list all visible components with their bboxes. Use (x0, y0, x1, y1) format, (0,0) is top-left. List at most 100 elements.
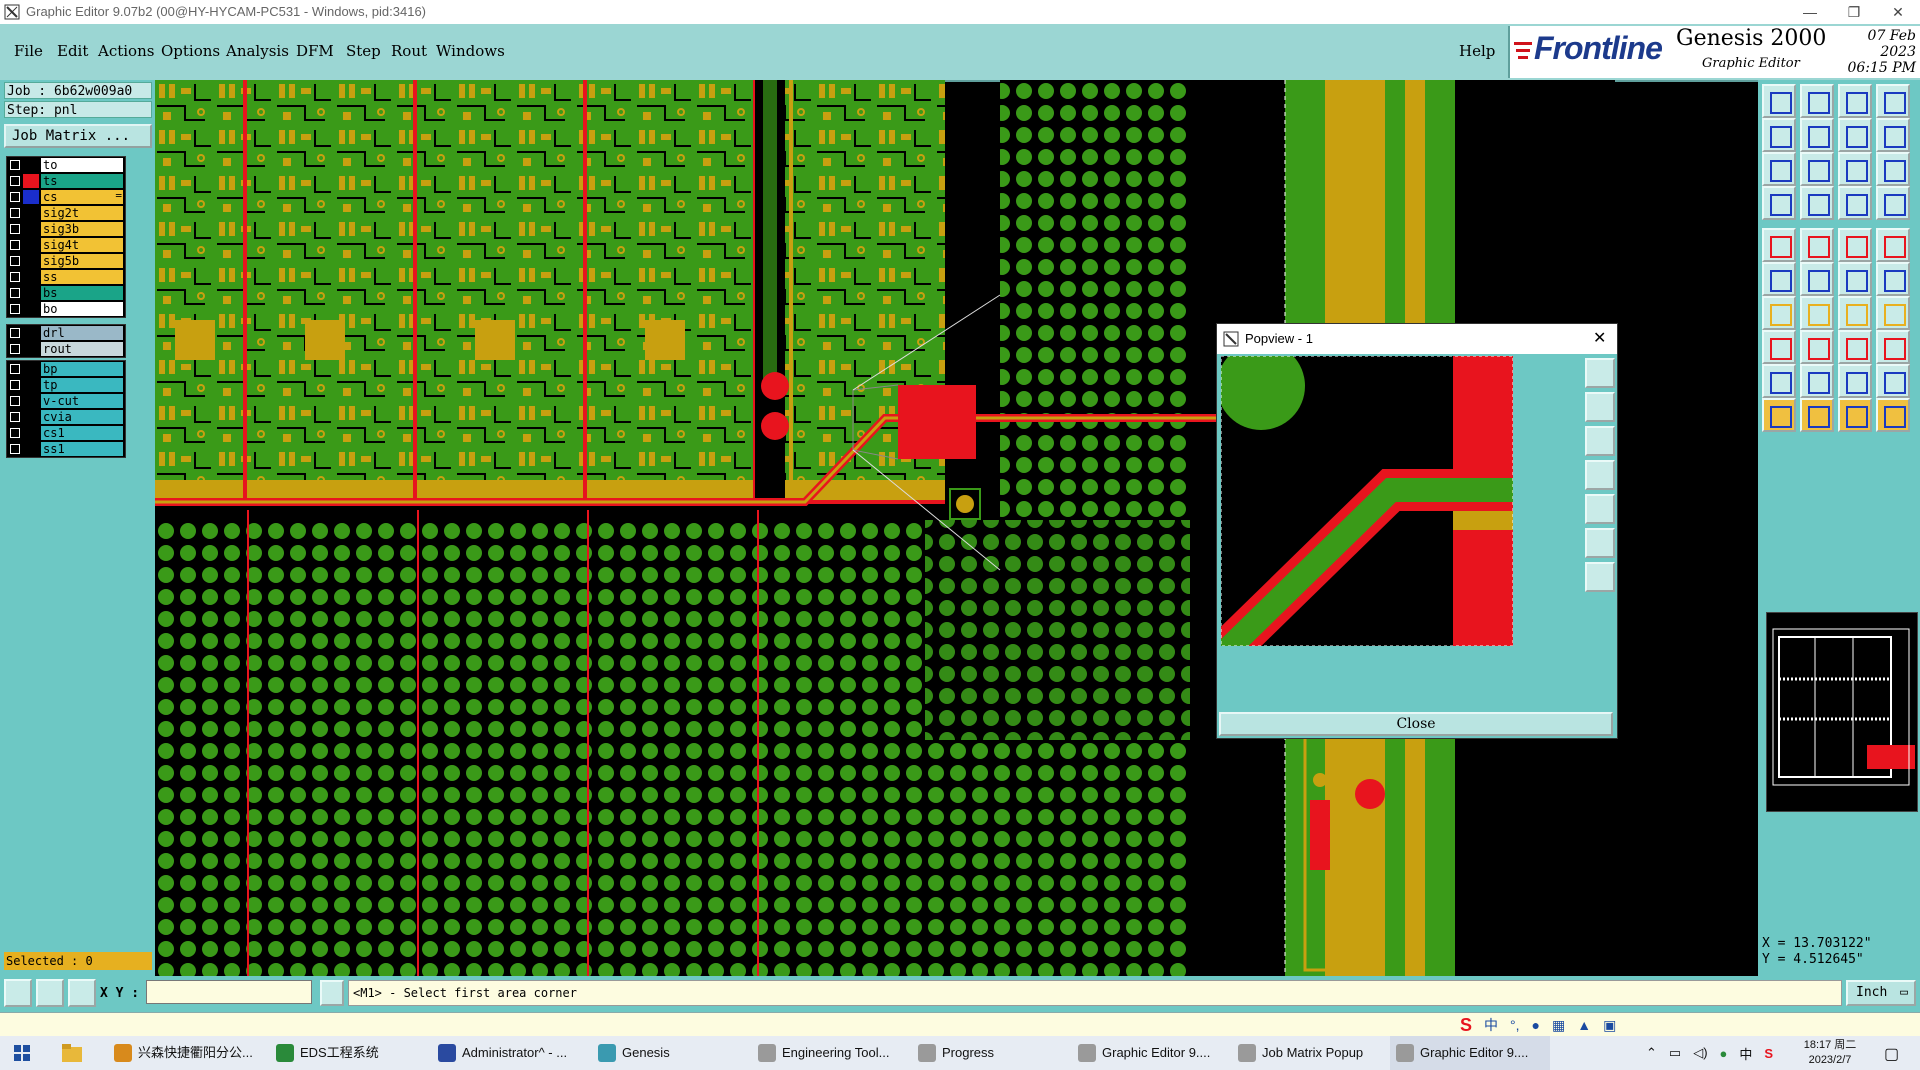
layer-checkbox[interactable] (10, 224, 20, 234)
taskbar-item[interactable]: Administrator^ - ... (432, 1036, 592, 1070)
mic-icon[interactable]: ● (1532, 1017, 1540, 1033)
tool-button-35[interactable] (1838, 364, 1872, 398)
layer-row[interactable]: sig2t (7, 205, 125, 221)
overview-map[interactable] (1766, 612, 1918, 812)
taskbar-item[interactable]: Job Matrix Popup (1232, 1036, 1392, 1070)
layer-color-swatch[interactable] (23, 362, 39, 376)
tool-button-4[interactable] (1876, 84, 1910, 118)
layer-checkbox[interactable] (10, 380, 20, 390)
tool-button-22[interactable] (1800, 262, 1834, 296)
tool-button-18[interactable] (1800, 228, 1834, 262)
menu-dfm[interactable]: DFM (296, 42, 334, 60)
popview-canvas[interactable] (1221, 356, 1513, 646)
layer-checkbox[interactable] (10, 444, 20, 454)
sogou-tray-icon[interactable]: S (1764, 1046, 1773, 1061)
window-titlebar[interactable]: Graphic Editor 9.07b2 (00@HY-HYCAM-PC531… (0, 0, 1920, 25)
tool-button-27[interactable] (1838, 296, 1872, 330)
popview-tool-1[interactable] (1585, 358, 1615, 388)
layer-checkbox[interactable] (10, 328, 20, 338)
layer-color-swatch[interactable] (23, 206, 39, 220)
popview-tool-7[interactable] (1585, 562, 1615, 592)
tool-button-31[interactable] (1838, 330, 1872, 364)
layer-row[interactable]: ss (7, 269, 125, 285)
bottom-tool-1[interactable] (4, 979, 32, 1007)
layer-checkbox[interactable] (10, 192, 20, 202)
layer-row[interactable]: sig4t (7, 237, 125, 253)
popview-window[interactable]: Popview - 1 ✕ Close (1216, 323, 1618, 739)
tool-button-14[interactable] (1800, 186, 1834, 220)
tool-button-15[interactable] (1838, 186, 1872, 220)
restore-button[interactable]: ❐ (1832, 1, 1876, 23)
menu-analysis[interactable]: Analysis (226, 42, 289, 60)
layer-row[interactable]: drl (7, 325, 125, 341)
ime-toolbar[interactable]: S 中 °, ● ▦ ▲ ▣ (1460, 1014, 1616, 1036)
layer-color-swatch[interactable] (23, 270, 39, 284)
popview-tool-6[interactable] (1585, 528, 1615, 558)
tool-button-33[interactable] (1762, 364, 1796, 398)
text-cursor-icon[interactable] (320, 980, 344, 1006)
tool-button-39[interactable] (1838, 398, 1872, 432)
units-selector[interactable]: Inch ▭ (1846, 980, 1916, 1006)
layer-checkbox[interactable] (10, 160, 20, 170)
tool-button-17[interactable] (1762, 228, 1796, 262)
layer-row[interactable]: bp (7, 361, 125, 377)
taskbar-item[interactable]: Graphic Editor 9.... (1072, 1036, 1232, 1070)
tool-button-30[interactable] (1800, 330, 1834, 364)
tool-button-9[interactable] (1762, 152, 1796, 186)
layer-checkbox[interactable] (10, 428, 20, 438)
layer-row[interactable]: sig5b (7, 253, 125, 269)
taskbar-item[interactable]: Progress (912, 1036, 1072, 1070)
skin-icon[interactable]: ▲ (1577, 1017, 1591, 1033)
taskbar-item[interactable]: Graphic Editor 9.... (1390, 1036, 1550, 1070)
layer-checkbox[interactable] (10, 288, 20, 298)
keyboard-icon[interactable]: ▦ (1552, 1017, 1565, 1034)
layer-row[interactable]: cs = (7, 189, 125, 205)
layer-row[interactable]: to (7, 157, 125, 173)
layer-row[interactable]: ts (7, 173, 125, 189)
ime-punct[interactable]: °, (1510, 1017, 1520, 1033)
taskbar-item[interactable]: EDS工程系统 (270, 1036, 430, 1070)
tool-button-7[interactable] (1838, 118, 1872, 152)
tool-button-11[interactable] (1838, 152, 1872, 186)
menu-options[interactable]: Options (161, 42, 220, 60)
menu-edit[interactable]: Edit (57, 42, 88, 60)
popview-close-icon[interactable]: ✕ (1593, 324, 1606, 354)
layer-color-swatch[interactable] (23, 174, 39, 188)
layer-checkbox[interactable] (10, 344, 20, 354)
layer-color-swatch[interactable] (23, 394, 39, 408)
layer-color-swatch[interactable] (23, 410, 39, 424)
popview-tool-4[interactable] (1585, 460, 1615, 490)
popview-tool-2[interactable] (1585, 392, 1615, 422)
tool-button-19[interactable] (1838, 228, 1872, 262)
layer-row[interactable]: bs (7, 285, 125, 301)
layer-row[interactable]: sig3b (7, 221, 125, 237)
tool-button-40[interactable] (1876, 398, 1910, 432)
layer-row[interactable]: cs1 (7, 425, 125, 441)
sogou-icon[interactable]: S (1460, 1015, 1472, 1036)
layer-color-swatch[interactable] (23, 286, 39, 300)
ime-mode[interactable]: 中 (1484, 1015, 1498, 1035)
tool-button-29[interactable] (1762, 330, 1796, 364)
clock[interactable]: 18:17 周二 2023/2/7 (1800, 1038, 1860, 1068)
tool-button-2[interactable] (1800, 84, 1834, 118)
tool-button-6[interactable] (1800, 118, 1834, 152)
tool-button-13[interactable] (1762, 186, 1796, 220)
tool-button-28[interactable] (1876, 296, 1910, 330)
popview-tool-5[interactable] (1585, 494, 1615, 524)
layer-color-swatch[interactable] (23, 442, 39, 456)
tool-button-38[interactable] (1800, 398, 1834, 432)
tool-button-5[interactable] (1762, 118, 1796, 152)
layer-color-swatch[interactable] (23, 378, 39, 392)
volume-icon[interactable]: ◁) (1693, 1045, 1707, 1061)
tool-button-34[interactable] (1800, 364, 1834, 398)
layer-checkbox[interactable] (10, 176, 20, 186)
layer-color-swatch[interactable] (23, 158, 39, 172)
tray-language[interactable]: 中 (1739, 1044, 1752, 1063)
layer-checkbox[interactable] (10, 272, 20, 282)
tool-button-24[interactable] (1876, 262, 1910, 296)
popview-tool-3[interactable] (1585, 426, 1615, 456)
layer-color-swatch[interactable] (23, 254, 39, 268)
menu-windows[interactable]: Windows (436, 42, 505, 60)
layer-checkbox[interactable] (10, 396, 20, 406)
layer-color-swatch[interactable] (23, 190, 39, 204)
